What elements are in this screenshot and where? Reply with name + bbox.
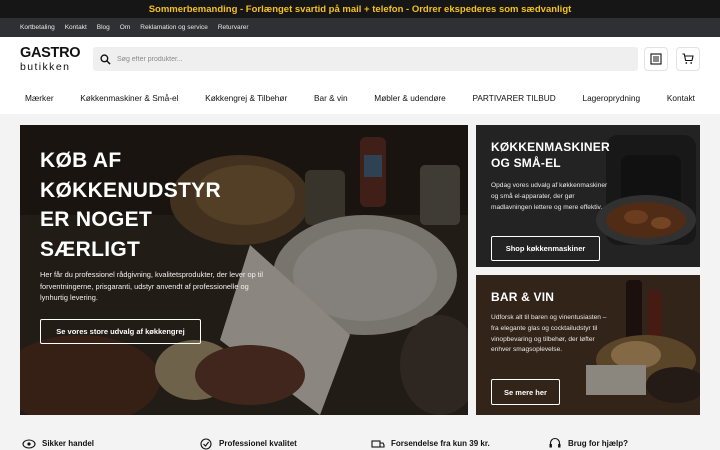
usp-label: Forsendelse fra kun 39 kr. [391,438,490,448]
usp-label: Professionel kvalitet [219,438,297,448]
toplink-kontakt[interactable]: Kontakt [65,24,87,31]
nav-partivarer[interactable]: PARTIVARER TILBUD [472,93,555,103]
announcement-bar: Sommerbemanding - Forlænget svartid på m… [0,0,720,18]
kitchen-card-title-line: OG SMÅ-EL [491,155,561,170]
nav-koekkengrej[interactable]: Køkkengrej & Tilbehør [205,93,287,103]
usp-help[interactable]: Brug for hjælp? [548,436,628,450]
bar-wine-card[interactable]: BAR & VIN Udforsk alt til baren og vinen… [476,275,700,415]
list-button[interactable] [644,47,668,71]
cart-icon [682,53,694,64]
hero-description: Her får du professionel rådgivning, kval… [40,270,264,302]
usp-label: Brug for hjælp? [568,438,628,448]
usp-label: Sikker handel [42,438,95,448]
logo[interactable]: GASTRO butikken [20,46,84,72]
eye-shield-icon [22,439,36,449]
nav-kontakt[interactable]: Kontakt [667,93,695,103]
main-nav: Mærker Køkkenmaskiner & Små-el Køkkengre… [0,81,720,114]
toplink-kortbetaling[interactable]: Kortbetaling [20,24,55,31]
toplink-om[interactable]: Om [120,24,130,31]
hero-title-line: SÆRLIGT [40,237,141,261]
site-header: GASTRO butikken [0,37,720,81]
hero-title-line: KØB AF [40,149,122,172]
kitchen-card-title: KØKKENMASKINER OG SMÅ-EL [491,140,610,171]
search-bar[interactable] [93,47,638,71]
hero-banner[interactable]: KØB AF KØKKENUDSTYR ER NOGET SÆRLIGT Her… [20,125,468,415]
top-links-bar: Kortbetaling Kontakt Blog Om Reklamation… [0,18,720,37]
nav-maerker[interactable]: Mærker [25,93,54,103]
usp-quality: Professionel kvalitet [199,436,297,450]
usp-shipping: Forsendelse fra kun 39 kr. [371,436,490,450]
toplink-reklamation[interactable]: Reklamation og service [140,24,208,31]
logo-line1: GASTRO [20,45,81,61]
check-badge-icon [200,438,212,450]
bar-card-description: Udforsk alt til baren og vinentusiasten … [491,314,607,354]
list-icon [650,53,662,65]
nav-moebler[interactable]: Møbler & udendøre [374,93,445,103]
support-icon [549,437,561,448]
kitchen-machines-card[interactable]: KØKKENMASKINER OG SMÅ-EL Opdag vores udv… [476,125,700,267]
cart-button[interactable] [676,47,700,71]
see-more-button[interactable]: Se mere her [491,379,560,405]
kitchen-card-description: Opdag vores udvalg af køkkenmaskiner og … [491,182,608,211]
toplink-blog[interactable]: Blog [97,24,110,31]
hero-title-line: KØKKENUDSTYR [40,178,221,202]
nav-bar-vin[interactable]: Bar & vin [314,93,348,103]
announcement-text: Sommerbemanding - Forlænget svartid på m… [148,3,572,15]
nav-lageroprydning[interactable]: Lageroprydning [582,93,640,103]
truck-icon [371,440,385,448]
nav-koekkenmaskiner[interactable]: Køkkenmaskiner & Små-el [80,93,178,103]
shop-kitchen-button[interactable]: Shop køkkenmaskiner [491,236,600,261]
logo-line2: butikken [20,60,71,73]
hero-title: KØB AF KØKKENUDSTYR ER NOGET SÆRLIGT [40,146,221,264]
hero-title-line: ER NOGET [40,208,153,231]
hero-cta-button[interactable]: Se vores store udvalg af køkkengrej [40,319,201,344]
bar-card-title: BAR & VIN [491,290,555,304]
toplink-returvarer[interactable]: Returvarer [218,24,249,31]
kitchen-card-title-line: KØKKENMASKINER [491,140,610,154]
search-icon[interactable] [100,53,111,65]
search-input[interactable] [117,55,617,63]
usp-secure: Sikker handel [22,436,94,450]
